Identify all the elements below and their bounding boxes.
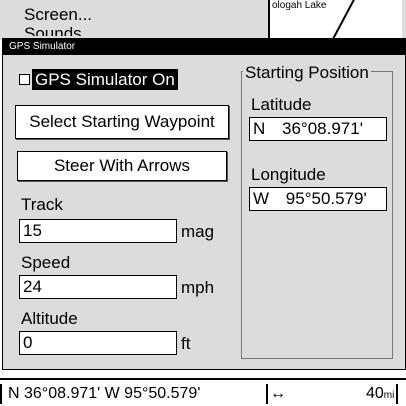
scale-value: 40 [366, 385, 384, 402]
latitude-value: 36°08.971' [282, 119, 363, 138]
zoom-scale: 40mi [366, 385, 394, 403]
altitude-input[interactable]: 0 [19, 331, 177, 355]
background-map: ologah Lake [268, 0, 402, 40]
menu-item-screen[interactable]: Screen... [24, 5, 92, 25]
status-divider [0, 378, 406, 380]
background-menu: Screen... Sounds ologah Lake [0, 0, 406, 40]
longitude-hemisphere: W [253, 189, 270, 208]
status-left-edge [0, 384, 2, 404]
steer-with-arrows-button[interactable]: Steer With Arrows [17, 151, 227, 181]
latitude-input[interactable]: N 36°08.971' [249, 117, 387, 141]
checkbox-icon[interactable] [19, 74, 30, 85]
longitude-value: 95°50.579' [285, 189, 367, 208]
track-input[interactable]: 15 [19, 219, 177, 243]
scale-unit: mi [383, 390, 395, 401]
longitude-input[interactable]: W 95°50.579' [249, 187, 387, 211]
longitude-label: Longitude [251, 165, 326, 184]
track-unit: mag [181, 222, 215, 241]
altitude-unit: ft [181, 334, 191, 353]
latitude-hemisphere: N [253, 119, 266, 138]
gps-simulator-label: GPS Simulator On [32, 69, 178, 90]
dialog-title: GPS Simulator [3, 39, 405, 55]
map-lake-label: ologah Lake [272, 0, 327, 11]
track-label: Track [21, 195, 63, 214]
gps-simulator-toggle[interactable]: GPS Simulator On [19, 69, 178, 90]
map-road [326, 0, 356, 40]
speed-label: Speed [21, 253, 71, 272]
gps-simulator-dialog: GPS Simulator GPS Simulator On Select St… [2, 38, 406, 370]
scale-arrow-icon: ↔ [270, 385, 286, 402]
speed-input[interactable]: 24 [19, 275, 177, 299]
menu-item-sounds[interactable]: Sounds [24, 24, 82, 36]
altitude-label: Altitude [21, 309, 78, 328]
starting-position-title: Starting Position [243, 63, 371, 83]
speed-unit: mph [181, 278, 215, 297]
current-position: N 36°08.971' W 95°50.579' [8, 385, 201, 402]
latitude-label: Latitude [251, 95, 312, 114]
select-starting-waypoint-button[interactable]: Select Starting Waypoint [15, 105, 229, 139]
status-bar: N 36°08.971' W 95°50.579' ↔ 40mi [0, 370, 406, 406]
